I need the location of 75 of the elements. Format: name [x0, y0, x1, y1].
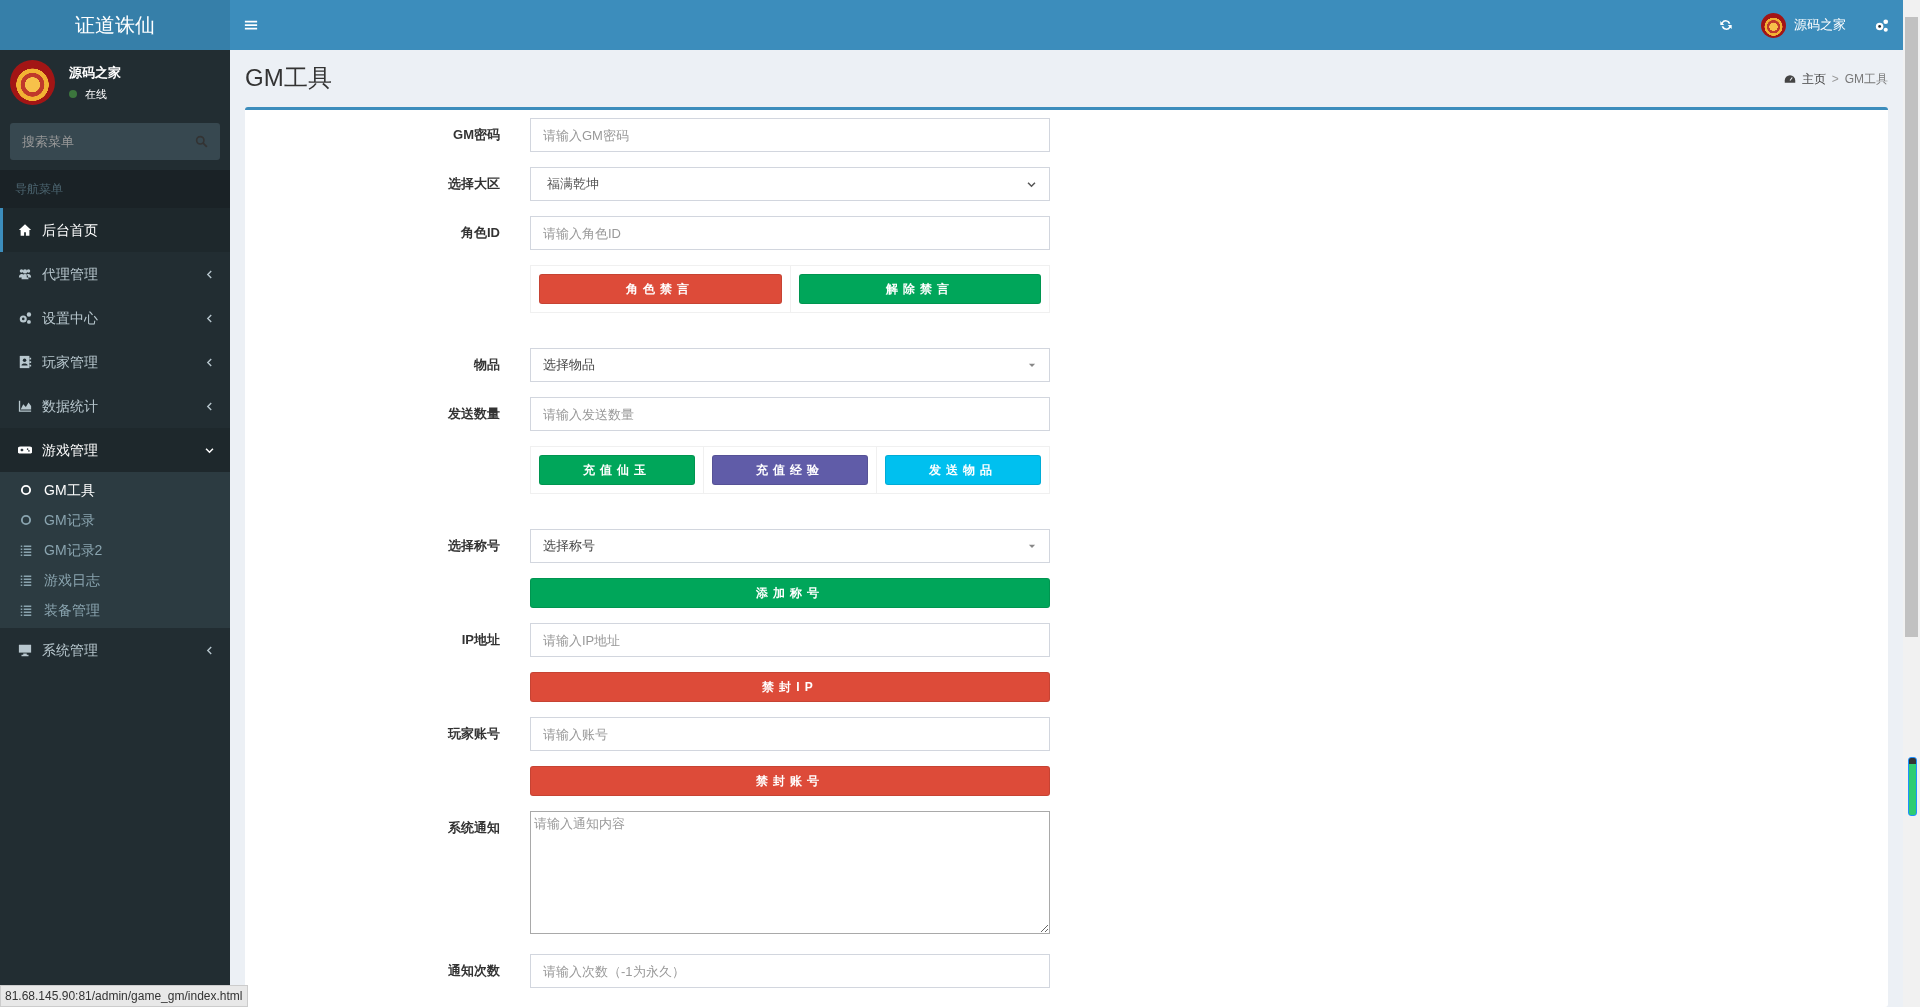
menu-item[interactable]: 代理管理 [0, 252, 230, 296]
avatar [10, 60, 55, 105]
action-button[interactable]: 充值仙玉 [539, 455, 695, 485]
breadcrumb-link[interactable]: 主页 [1801, 69, 1826, 88]
field-label: 通知次数 [447, 962, 500, 980]
action-button[interactable]: 禁封IP [530, 672, 1050, 702]
field-label: 系统通知 [447, 819, 500, 837]
action-button[interactable]: 添加称号 [530, 578, 1050, 608]
field-label: 发送数量 [447, 405, 500, 423]
scrollbar[interactable] [1903, 0, 1920, 1007]
circle-icon [20, 514, 32, 526]
field-label: 选择称号 [447, 537, 500, 555]
chevron-left-icon [204, 268, 215, 280]
circle-icon [20, 484, 32, 496]
input-field[interactable]: 请输入IP地址 [530, 623, 1050, 657]
section-header: 导航菜单 [0, 170, 230, 208]
menu-item[interactable]: 设置中心 [0, 296, 230, 340]
chevron-left-icon [204, 312, 215, 324]
contact-book-icon [18, 355, 32, 369]
breadcrumb-separator: > [1831, 70, 1839, 88]
dashboard-icon [1783, 72, 1796, 85]
page-title: GM工具 [245, 64, 332, 93]
input-field[interactable]: 请输入GM密码 [530, 118, 1050, 152]
dropdown-field[interactable]: 选择物品 [530, 348, 1050, 382]
refresh-icon [1719, 18, 1733, 32]
status-url: 81.68.145.90:81/admin/game_gm/index.html [0, 985, 248, 1007]
avatar [1761, 12, 1786, 38]
menu-item[interactable]: 系统管理 [0, 628, 230, 672]
submenu-item[interactable]: GM记录2 [0, 535, 230, 565]
search-icon [195, 135, 208, 148]
select-field[interactable]: 福满乾坤 [530, 167, 1050, 201]
input-field[interactable]: 请输入角色ID [530, 216, 1050, 250]
search-field[interactable]: 搜索菜单 [10, 123, 220, 160]
field-label: GM密码 [452, 126, 500, 144]
submenu-item[interactable]: GM记录 [0, 505, 230, 535]
menu-item[interactable]: 玩家管理 [0, 340, 230, 384]
list-icon [20, 574, 32, 586]
user-name: 源码之家 [69, 63, 121, 82]
floating-widget[interactable] [1908, 757, 1917, 816]
text-area[interactable]: 请输入通知内容 [530, 811, 1050, 934]
submenu-item[interactable]: 游戏日志 [0, 565, 230, 595]
input-field[interactable]: 请输入账号 [530, 717, 1050, 751]
home-icon [18, 223, 32, 237]
submenu-item[interactable]: GM工具 [0, 475, 230, 505]
field-label: 角色ID [460, 224, 500, 242]
users-icon [18, 267, 32, 281]
chevron-left-icon [204, 400, 215, 412]
dropdown-field[interactable]: 选择称号 [530, 529, 1050, 563]
breadcrumb-current: GM工具 [1844, 70, 1888, 88]
field-label: IP地址 [460, 631, 500, 649]
area-chart-icon [18, 399, 32, 413]
status-dot [69, 90, 77, 99]
action-button[interactable]: 角色禁言 [539, 274, 782, 304]
menu-icon [244, 18, 258, 32]
chevron-left-icon [204, 356, 215, 368]
action-button[interactable]: 禁封账号 [530, 766, 1050, 796]
chevron-left-icon [204, 644, 215, 656]
input-field[interactable]: 请输入发送数量 [530, 397, 1050, 431]
submenu-item[interactable]: 装备管理 [0, 595, 230, 625]
field-label: 玩家账号 [446, 725, 500, 743]
field-label: 选择大区 [447, 175, 500, 193]
user-status: 在线 [85, 87, 107, 102]
field-label: 物品 [473, 356, 500, 374]
list-icon [20, 604, 32, 616]
user-menu[interactable]: 源码之家 [1761, 12, 1846, 38]
list-icon [20, 544, 32, 556]
menu-item[interactable]: 数据统计 [0, 384, 230, 428]
action-button[interactable]: 充值经验 [712, 455, 868, 485]
menu-item[interactable]: 游戏管理 [0, 428, 230, 472]
monitor-icon [18, 643, 32, 657]
settings-icon [1874, 17, 1889, 33]
action-button[interactable]: 解除禁言 [798, 274, 1041, 304]
app-title: 证道诛仙 [0, 0, 230, 50]
menu-item[interactable]: 后台首页 [0, 208, 230, 252]
input-field[interactable]: 请输入次数（-1为永久） [530, 954, 1050, 988]
